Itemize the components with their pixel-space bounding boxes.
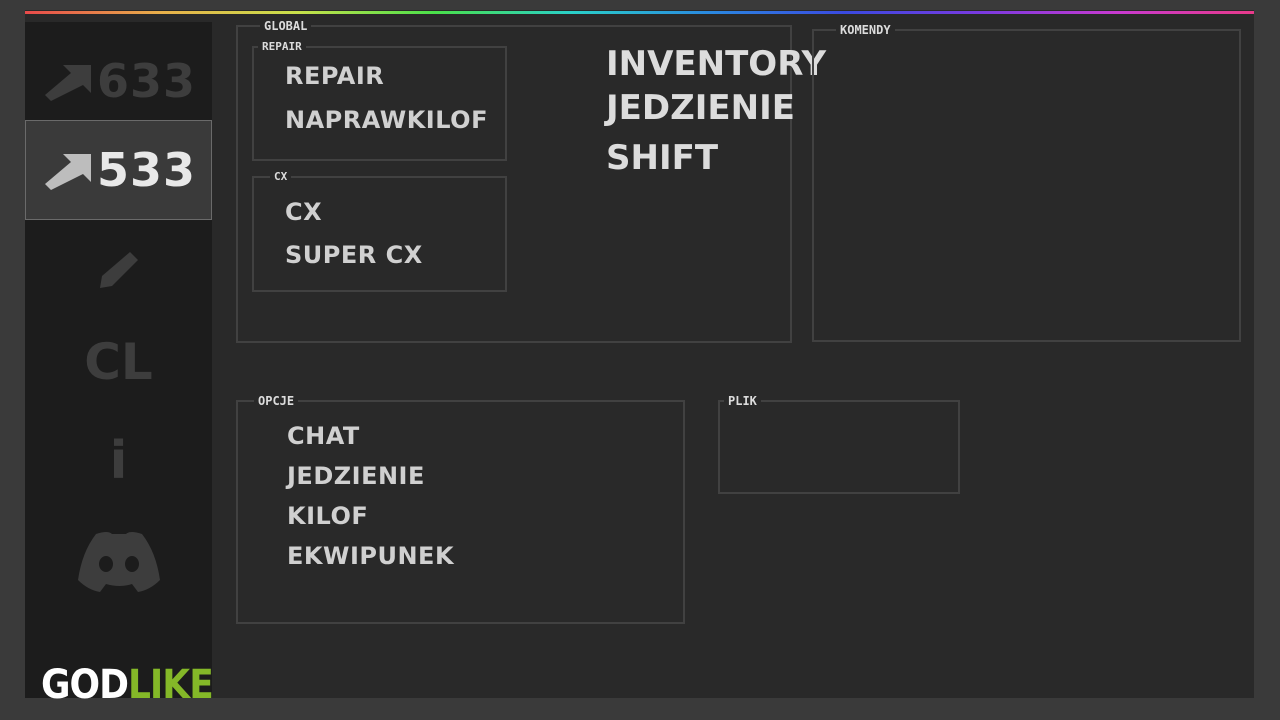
repair-button[interactable]: REPAIR [285, 62, 384, 90]
sidebar-item-533[interactable]: 533 [25, 120, 212, 220]
sidebar-item-633[interactable]: 633 [25, 50, 212, 112]
komendy-group: KOMENDY [812, 24, 1241, 342]
chat-button[interactable]: CHAT [287, 422, 360, 450]
jedzienie-button[interactable]: JEDZIENIE [606, 88, 795, 128]
sidebar: 633 533 CL i GODLIKE [25, 22, 214, 708]
sidebar-item-discord[interactable] [25, 528, 212, 598]
info-icon: i [109, 431, 128, 491]
sidebar-item-info[interactable]: i [25, 430, 212, 492]
repair-legend: REPAIR [262, 40, 302, 53]
sidebar-item-label: CL [84, 333, 153, 391]
kilof-button[interactable]: KILOF [287, 502, 368, 530]
sidebar-item-label: 633 [96, 54, 197, 108]
pencil-icon [94, 246, 144, 294]
repair-group: REPAIR [252, 41, 507, 161]
jedzienie-option-button[interactable]: JEDZIENIE [287, 462, 425, 490]
cx-group: CX [252, 171, 507, 292]
ekwipunek-button[interactable]: EKWIPUNEK [287, 542, 454, 570]
sidebar-item-cl[interactable]: CL [25, 332, 212, 392]
super-cx-button[interactable]: SUPER CX [285, 241, 423, 269]
sidebar-item-pencil[interactable] [25, 242, 212, 298]
sidebar-item-label: 533 [96, 143, 197, 197]
plik-group: PLIK [718, 395, 960, 494]
global-legend: GLOBAL [264, 19, 308, 33]
rainbow-bar [25, 11, 1254, 14]
naprawkilof-button[interactable]: NAPRAWKILOF [285, 106, 488, 134]
opcje-legend: OPCJE [258, 394, 295, 408]
logo: GODLIKE [41, 662, 214, 708]
shift-button[interactable]: SHIFT [606, 138, 718, 178]
pickaxe-icon [41, 148, 97, 192]
discord-icon [76, 528, 162, 598]
cx-legend: CX [274, 170, 288, 183]
cx-button[interactable]: CX [285, 198, 322, 226]
pickaxe-icon [41, 59, 97, 103]
inventory-button[interactable]: INVENTORY [606, 44, 826, 84]
plik-legend: PLIK [728, 394, 757, 408]
komendy-legend: KOMENDY [840, 23, 891, 37]
